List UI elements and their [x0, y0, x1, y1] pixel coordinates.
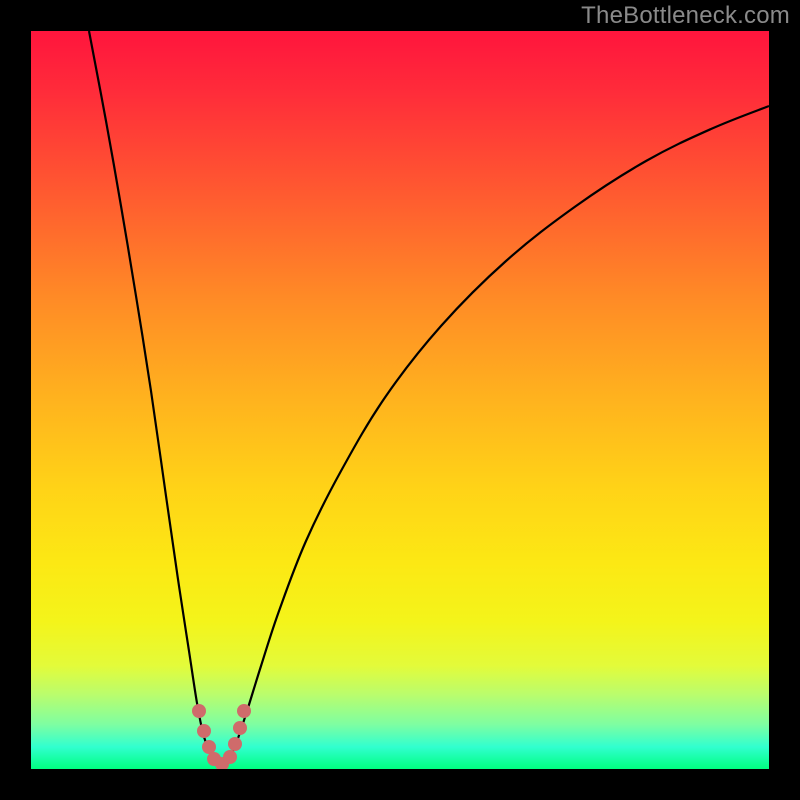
marker-dot: [207, 752, 221, 766]
marker-dot: [192, 704, 206, 718]
marker-dot: [215, 757, 229, 769]
chart-frame: TheBottleneck.com: [0, 0, 800, 800]
right-curve: [221, 106, 769, 768]
marker-dot: [223, 750, 237, 764]
marker-dot: [202, 740, 216, 754]
marker-dot: [237, 704, 251, 718]
marker-dot: [197, 724, 211, 738]
marker-dot: [233, 721, 247, 735]
marker-dot: [228, 737, 242, 751]
watermark-text: TheBottleneck.com: [581, 2, 790, 30]
chart-plot-area: [31, 31, 769, 769]
notch-dots: [192, 704, 251, 769]
chart-svg: [31, 31, 769, 769]
left-curve: [89, 31, 221, 768]
